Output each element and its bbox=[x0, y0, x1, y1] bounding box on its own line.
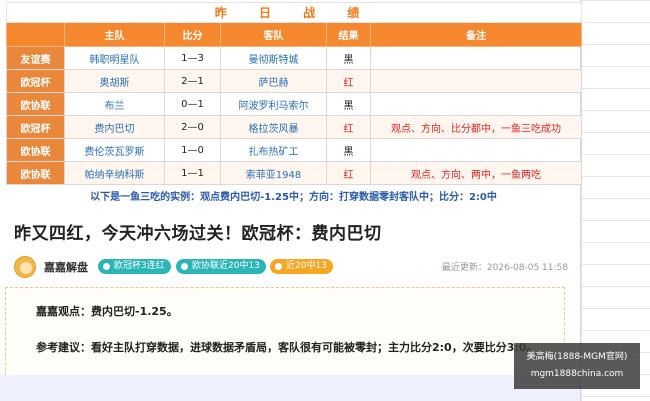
table-row: 欧协联 费伦茨瓦罗斯 1—0 扎布热矿工 黑 bbox=[6, 138, 583, 162]
result-cell: 黑 bbox=[326, 46, 371, 70]
header-blank bbox=[6, 22, 65, 47]
note-cell bbox=[369, 92, 583, 116]
home-team-link[interactable]: 费内巴切 bbox=[64, 115, 165, 139]
header-home: 主队 bbox=[64, 22, 165, 47]
check-icon bbox=[101, 261, 112, 272]
avatar[interactable] bbox=[14, 256, 36, 278]
league-cell: 欧协联 bbox=[6, 138, 65, 162]
update-value: 2026-08-05 11:58 bbox=[486, 263, 568, 273]
home-team-link[interactable]: 布兰 bbox=[64, 92, 165, 116]
score-cell: 1—3 bbox=[164, 46, 221, 70]
league-cell: 友谊赛 bbox=[6, 46, 65, 70]
note-cell: 观点、方向、比分都中，一鱼三吃成功 bbox=[369, 115, 583, 139]
score-cell: 0—1 bbox=[164, 92, 221, 116]
note-cell bbox=[369, 46, 583, 70]
away-team-link[interactable]: 阿波罗利马索尔 bbox=[220, 92, 327, 116]
watermark-line1: 美高梅(1888-MGM官网) bbox=[526, 352, 628, 362]
table-title: 昨 日 战 绩 bbox=[5, 2, 583, 23]
header-note: 备注 bbox=[369, 22, 583, 47]
home-team-link[interactable]: 费伦茨瓦罗斯 bbox=[64, 138, 165, 162]
background-grid bbox=[580, 0, 650, 401]
result-cell: 红 bbox=[326, 69, 371, 93]
result-cell: 黑 bbox=[326, 138, 371, 162]
league-cell: 欧协联 bbox=[6, 92, 65, 116]
badge-ucl-streak: 欧冠杯3连红 bbox=[98, 259, 171, 274]
league-cell: 欧冠杯 bbox=[6, 69, 65, 93]
away-team-link[interactable]: 曼彻斯特城 bbox=[220, 46, 327, 70]
badge-label: 欧协联近20中13 bbox=[192, 261, 260, 271]
away-team-link[interactable]: 格拉茨风暴 bbox=[220, 115, 327, 139]
table-row: 友谊赛 韩职明星队 1—3 曼彻斯特城 黑 bbox=[6, 46, 583, 70]
opinion-paragraph: 嘉嘉观点：费内巴切-1.25。 bbox=[36, 305, 178, 318]
author-row: 嘉嘉解盘 欧冠杯3连红 欧协联近20中13 近20中13 最近更新：2026-0… bbox=[14, 255, 574, 279]
away-team-link[interactable]: 萨巴赫 bbox=[220, 69, 327, 93]
note-cell bbox=[369, 138, 583, 162]
update-label: 最近更新： bbox=[441, 263, 487, 273]
header-away: 客队 bbox=[220, 22, 327, 47]
score-cell: 1—0 bbox=[164, 138, 221, 162]
result-cell: 红 bbox=[326, 161, 371, 185]
bottom-band bbox=[0, 375, 580, 401]
score-cell: 1—1 bbox=[164, 161, 221, 185]
result-cell: 黑 bbox=[326, 92, 371, 116]
header-score: 比分 bbox=[164, 22, 221, 47]
home-team-link[interactable]: 帕纳辛纳科斯 bbox=[64, 161, 165, 185]
article: 昨又四红，今天冲六场过关！欧冠杯：费内巴切 嘉嘉解盘 欧冠杯3连红 欧协联近20… bbox=[0, 205, 580, 401]
score-cell: 2—1 bbox=[164, 69, 221, 93]
table-row: 欧冠杯 费内巴切 2—0 格拉茨风暴 红 观点、方向、比分都中，一鱼三吃成功 bbox=[6, 115, 583, 139]
score-cell: 2—0 bbox=[164, 115, 221, 139]
badge-label: 近20中13 bbox=[286, 261, 327, 271]
note-cell: 观点、方向、两中，一鱼两吃 bbox=[369, 161, 583, 185]
table-row: 欧冠杯 奥胡斯 2—1 萨巴赫 红 bbox=[6, 69, 583, 93]
author-name[interactable]: 嘉嘉解盘 bbox=[44, 259, 88, 275]
star-icon bbox=[273, 261, 284, 272]
example-caption: 以下是一鱼三吃的实例：观点费内巴切-1.25中；方向：打穿数据零封客队中；比分：… bbox=[90, 192, 497, 203]
table-row: 欧协联 布兰 0—1 阿波罗利马索尔 黑 bbox=[6, 92, 583, 116]
badge-uecl-record: 欧协联近20中13 bbox=[176, 259, 266, 274]
update-time: 最近更新：2026-08-05 11:58 bbox=[442, 260, 568, 273]
home-team-link[interactable]: 韩职明星队 bbox=[64, 46, 165, 70]
results-table: 昨 日 战 绩 主队 比分 客队 结果 备注 友谊赛 韩职明星队 1—3 曼彻斯… bbox=[5, 2, 583, 185]
away-team-link[interactable]: 扎布热矿工 bbox=[220, 138, 327, 162]
page: 昨 日 战 绩 主队 比分 客队 结果 备注 友谊赛 韩职明星队 1—3 曼彻斯… bbox=[0, 0, 650, 401]
avatar-face-icon bbox=[20, 262, 32, 274]
watermark-line2: mgm1888china.com bbox=[530, 369, 624, 379]
away-team-link[interactable]: 索菲亚1948 bbox=[220, 161, 327, 185]
note-cell bbox=[369, 69, 583, 93]
badge-recent-record: 近20中13 bbox=[270, 259, 333, 274]
badge-label: 欧冠杯3连红 bbox=[114, 261, 165, 271]
check-icon bbox=[179, 261, 190, 272]
home-team-link[interactable]: 奥胡斯 bbox=[64, 69, 165, 93]
article-headline[interactable]: 昨又四红，今天冲六场过关！欧冠杯：费内巴切 bbox=[14, 219, 382, 244]
league-cell: 欧冠杯 bbox=[6, 115, 65, 139]
result-cell: 红 bbox=[326, 115, 371, 139]
table-row: 欧协联 帕纳辛纳科斯 1—1 索菲亚1948 红 观点、方向、两中，一鱼两吃 bbox=[6, 161, 583, 185]
watermark: 美高梅(1888-MGM官网) mgm1888china.com bbox=[514, 343, 640, 389]
suggestion-paragraph: 参考建议：看好主队打穿数据，进球数据矛盾局，客队很有可能被零封；主力比分2:0，… bbox=[36, 341, 538, 354]
header-result: 结果 bbox=[326, 22, 371, 47]
league-cell: 欧协联 bbox=[6, 161, 65, 185]
